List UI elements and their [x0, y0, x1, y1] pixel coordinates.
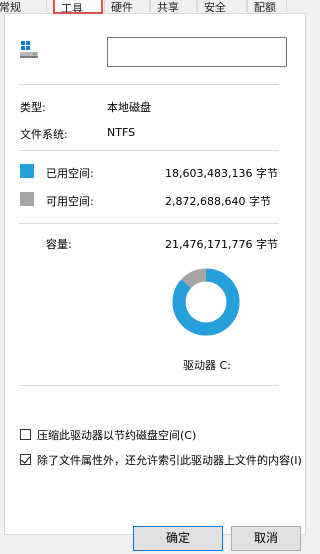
tab-tools[interactable]: 工具 [53, 0, 103, 14]
free-space-swatch [20, 192, 34, 206]
disk-usage-donut [172, 268, 240, 336]
capacity-label: 容量: [46, 238, 72, 251]
drive-name-input[interactable] [107, 37, 287, 67]
type-label: 类型: [20, 101, 46, 114]
drive-letter-label: 驱动器 C: [183, 359, 231, 372]
used-space-label: 已用空间: [46, 167, 94, 180]
index-label[interactable]: 除了文件属性外，还允许索引此驱动器上文件的内容(I) [37, 452, 302, 468]
used-space-value: 18,603,483,136 字节 [165, 167, 278, 180]
compress-checkbox[interactable] [20, 429, 31, 440]
type-value: 本地磁盘 [107, 101, 151, 114]
tab-security[interactable]: 安全 [197, 0, 247, 12]
free-space-label: 可用空间: [46, 195, 94, 208]
free-space-value: 2,872,688,640 字节 [165, 195, 271, 208]
tab-hardware[interactable]: 硬件 [104, 0, 150, 12]
divider-top [19, 84, 279, 85]
ok-button[interactable]: 确定 [133, 526, 223, 551]
used-space-swatch [20, 164, 34, 178]
divider-capacity [19, 223, 279, 224]
tab-sharing[interactable]: 共享 [150, 0, 197, 12]
drive-icon [20, 41, 38, 58]
divider-bottom [19, 385, 279, 386]
compress-label[interactable]: 压缩此驱动器以节约磁盘空间(C) [37, 427, 196, 443]
tab-general[interactable]: 常规 [0, 0, 47, 12]
filesystem-value: NTFS [107, 126, 136, 139]
index-checkbox[interactable] [20, 454, 31, 465]
filesystem-label: 文件系统: [20, 128, 68, 141]
capacity-value: 21,476,171,776 字节 [165, 238, 278, 251]
divider-middle [19, 150, 279, 151]
tab-quota[interactable]: 配额 [247, 0, 287, 12]
cancel-button[interactable]: 取消 [231, 526, 301, 551]
tab-bar: 常规 工具 硬件 共享 安全 配额 [0, 0, 287, 14]
